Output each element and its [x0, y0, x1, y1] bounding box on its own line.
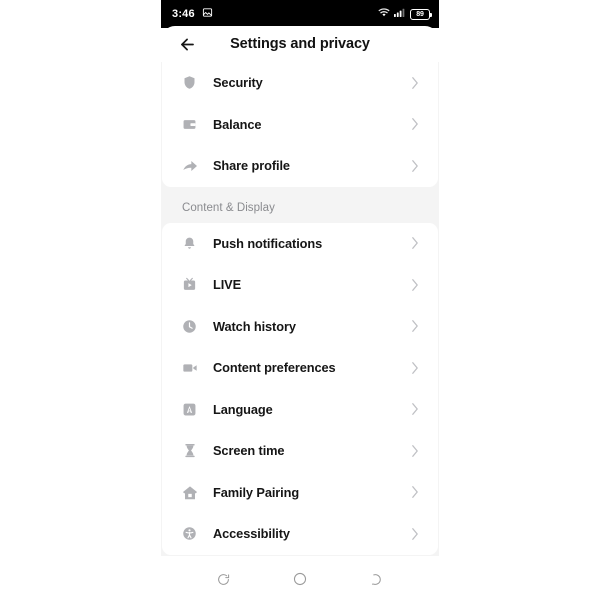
chevron-right-icon	[410, 527, 420, 541]
status-bar-right: 89	[378, 5, 433, 23]
sidebar-item-label: Push notifications	[213, 235, 323, 251]
chevron-right-icon	[410, 236, 420, 250]
chevron-right-icon	[410, 278, 420, 292]
sidebar-item-label: Balance	[213, 116, 262, 132]
live-video-icon	[181, 276, 198, 293]
language-a-icon	[181, 401, 198, 418]
video-camera-icon	[181, 359, 198, 376]
status-bar: 3:46 89	[161, 0, 439, 28]
settings-card-account: Security Balance Share profile	[162, 62, 438, 187]
sidebar-item-accessibility[interactable]: Accessibility	[162, 513, 438, 555]
image-icon	[202, 5, 213, 23]
chevron-right-icon	[410, 361, 420, 375]
settings-card-content-display: Push notifications LIVE Watch history Co…	[162, 222, 438, 555]
shield-icon	[181, 74, 198, 91]
house-icon	[181, 484, 198, 501]
chevron-right-icon	[410, 485, 420, 499]
back-arrow-icon[interactable]	[175, 32, 199, 56]
sidebar-item-label: Screen time	[213, 443, 285, 459]
sidebar-item-label: Family Pairing	[213, 484, 300, 500]
chevron-right-icon	[410, 319, 420, 333]
clock-icon	[181, 318, 198, 335]
sidebar-item-label: Accessibility	[213, 526, 290, 542]
wifi-icon	[378, 5, 390, 23]
chevron-right-icon	[410, 159, 420, 173]
home-circle-icon[interactable]	[285, 564, 315, 594]
sidebar-item-watch-history[interactable]: Watch history	[162, 306, 438, 348]
back-nav-icon[interactable]	[362, 564, 392, 594]
battery-icon: 89	[410, 8, 433, 20]
sidebar-item-share-profile[interactable]: Share profile	[162, 145, 438, 187]
status-bar-left: 3:46	[172, 5, 213, 23]
sidebar-item-label: Share profile	[213, 158, 290, 174]
sidebar-item-screen-time[interactable]: Screen time	[162, 430, 438, 472]
sidebar-item-language[interactable]: Language	[162, 389, 438, 431]
sidebar-item-push-notifications[interactable]: Push notifications	[162, 223, 438, 265]
sidebar-item-family-pairing[interactable]: Family Pairing	[162, 472, 438, 514]
settings-list[interactable]: Security Balance Share profile Content &…	[161, 62, 439, 556]
phone-screen: 3:46 89 Settings and privacy Security Ba…	[161, 0, 439, 600]
chevron-right-icon	[410, 117, 420, 131]
sidebar-item-balance[interactable]: Balance	[162, 104, 438, 146]
battery-level-label: 89	[416, 10, 424, 18]
status-bar-clock: 3:46	[172, 7, 195, 20]
bell-icon	[181, 235, 198, 252]
chevron-right-icon	[410, 402, 420, 416]
android-nav-bar	[161, 558, 439, 600]
wallet-icon	[181, 116, 198, 133]
sidebar-item-label: Language	[213, 401, 273, 417]
sidebar-item-live[interactable]: LIVE	[162, 264, 438, 306]
sidebar-item-label: Watch history	[213, 318, 296, 334]
section-header-content-display: Content & Display	[182, 201, 275, 214]
sidebar-item-security[interactable]: Security	[162, 62, 438, 104]
sidebar-item-label: Content preferences	[213, 360, 336, 376]
page-title: Settings and privacy	[230, 36, 370, 52]
cellular-signal-icon	[394, 5, 406, 23]
hourglass-icon	[181, 442, 198, 459]
sidebar-item-label: Security	[213, 75, 263, 91]
sidebar-item-content-preferences[interactable]: Content preferences	[162, 347, 438, 389]
chevron-right-icon	[410, 444, 420, 458]
app-header: Settings and privacy	[161, 26, 439, 62]
sidebar-item-label: LIVE	[213, 277, 242, 293]
recents-icon[interactable]	[208, 564, 238, 594]
chevron-right-icon	[410, 76, 420, 90]
accessibility-icon	[181, 525, 198, 542]
share-arrow-icon	[181, 157, 198, 174]
